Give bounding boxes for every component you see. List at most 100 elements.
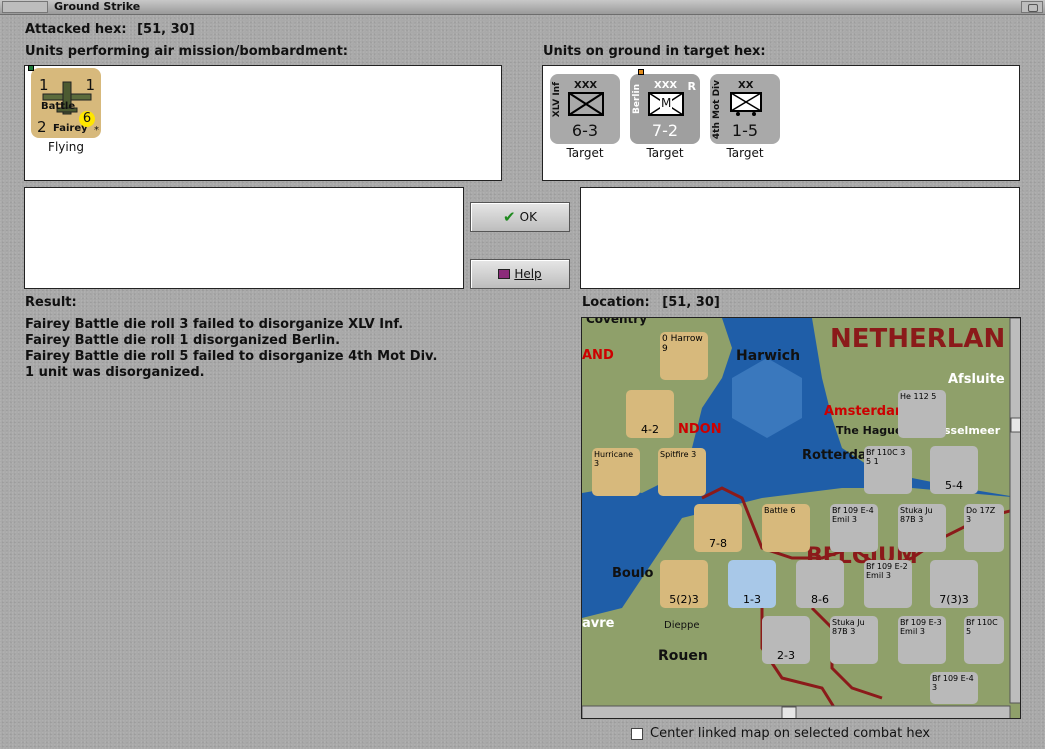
map-counter[interactable]: Stuka Ju 87B 3 [898,504,946,552]
air-units-panel: 1 1 Battle 2 Fairey 6 * Flying [24,65,502,181]
help-button-label: Help [514,267,542,281]
ground-units-label: Units on ground in target hex: [543,44,766,59]
disorganized-marker-icon [638,69,644,75]
map-counter-text: 5(2)3 [669,593,699,606]
map-label-amsterdam: Amsterdam [824,404,909,419]
map-counter[interactable]: Bf 109 E-2 Emil 3 [864,560,912,608]
map-label-coventry: Coventry [586,317,648,326]
map-counter[interactable]: 7(3)3 [930,560,978,608]
air-stat-circle: 6 [79,111,95,127]
map-counter-text: Stuka Ju 87B 3 [832,618,865,636]
help-button[interactable]: Help [470,259,570,289]
ground-unit-size: XX [738,80,754,91]
map-counter-text: Battle 6 [764,506,796,515]
map-counter[interactable]: Battle 6 [762,504,810,552]
map-counter[interactable]: 2-3 [762,616,810,664]
map-counter-text: 8-6 [811,593,829,606]
location-value: [51, 30] [662,295,720,310]
center-map-checkbox[interactable] [631,728,643,740]
motorized-symbol-icon [730,92,762,116]
map-counter-text: Spitfire 3 [660,450,697,459]
map-counter-text: Bf 110C 3 5 1 [866,448,906,466]
map-counter[interactable]: Hurricane 3 [592,448,640,496]
map-counter[interactable]: He 112 5 [898,390,946,438]
result-line: Fairey Battle die roll 5 failed to disor… [25,349,438,364]
map-counter-text: Bf 109 E-4 3 [932,674,974,692]
map-counter[interactable]: Bf 109 E-4 Emil 3 [830,504,878,552]
result-text: Fairey Battle die roll 3 failed to disor… [25,317,437,381]
map-counter[interactable]: Bf 109 E-3 Emil 3 [898,616,946,664]
ground-unit-size: XXX [654,80,678,91]
ground-unit-berlin[interactable]: Berlin XXX R M 7-2 Target [629,69,701,160]
map-counter[interactable]: 0 Harrow 9 [660,332,708,380]
flag-marker-icon [28,65,34,71]
air-units-label: Units performing air mission/bombardment… [25,44,349,59]
map-counter[interactable]: 8-6 [796,560,844,608]
result-line: Fairey Battle die roll 1 disorganized Be… [25,333,341,348]
map-label-rouen: Rouen [658,648,708,664]
map-label-havre: avre [582,616,615,631]
map-counter-text: 0 Harrow 9 [662,334,703,354]
attacked-hex-value: [51, 30] [137,22,195,37]
center-map-label: Center linked map on selected combat hex [650,726,931,741]
map-counter[interactable]: Stuka Ju 87B 3 [830,616,878,664]
berlin-counter[interactable]: Berlin XXX R M 7-2 [630,69,700,144]
map-counter-text: Bf 109 E-3 Emil 3 [900,618,942,636]
map-counter[interactable]: 1-3 [728,560,776,608]
map-counter[interactable]: 4-2 [626,390,674,438]
map-counter-text: 4-2 [641,423,659,436]
map-counter[interactable]: Bf 110C 3 5 1 [864,446,912,494]
air-unit-name-top: Battle [41,101,76,112]
map-label-harwich: Harwich [736,348,801,364]
ground-unit-side: Berlin [632,84,642,114]
xlv-inf-counter[interactable]: XLV Inf XXX 6-3 [550,74,620,144]
map-label-afsluit: Afsluite [948,372,1005,387]
map-counter[interactable]: Bf 110C 5 [964,616,1004,664]
location-label: Location: [51, 30] [582,295,720,310]
ground-unit-details-panel [580,187,1020,289]
air-stat-bl: 2 [37,118,47,136]
map-counter[interactable]: Bf 109 E-4 3 [930,672,978,704]
map-counter[interactable]: Spitfire 3 [658,448,706,496]
map-label-dieppe: Dieppe [664,620,700,631]
ground-unit-xlv-inf[interactable]: XLV Inf XXX 6-3 Target [549,74,621,160]
ground-unit-strength: 6-3 [571,121,599,140]
map-counter[interactable]: 7-8 [694,504,742,552]
map-label-land: AND [582,348,614,363]
map-label-ijsselmeer: sselmeer [944,424,1001,437]
result-label: Result: [25,295,77,310]
air-stat-star: * [94,125,99,136]
map-counter[interactable]: 5(2)3 [660,560,708,608]
map-counter[interactable]: Do 17Z 3 [964,504,1004,552]
map-label-london: NDON [678,422,722,437]
ground-unit-status: Target [566,146,604,160]
map-counter-text: Bf 109 E-4 Emil 3 [832,506,874,524]
ground-units-panel: XLV Inf XXX 6-3 Target Berlin XXX R M 7-… [542,65,1020,181]
attacked-hex-label: Attacked hex: [51, 30] [25,22,195,37]
restore-button[interactable] [1021,1,1043,13]
4th-mot-div-counter[interactable]: 4th Mot Div XX 1-5 [710,74,780,144]
ground-unit-strength: 7-2 [651,121,679,140]
ok-button[interactable]: ✔ OK [470,202,570,232]
ground-unit-4th-mot-div[interactable]: 4th Mot Div XX 1-5 Target [709,74,781,160]
system-menu-button[interactable] [2,1,48,13]
air-unit-details-panel [24,187,464,289]
ground-unit-marker: M [661,96,672,110]
map-counter-text: Stuka Ju 87B 3 [900,506,933,524]
map-counter-text: Hurricane 3 [594,450,634,468]
result-line: Fairey Battle die roll 3 failed to disor… [25,317,404,332]
ground-unit-size: XXX [574,80,598,91]
fairey-battle-counter[interactable]: 1 1 Battle 2 Fairey 6 * [28,65,101,138]
map-counter-text: He 112 5 [900,392,937,401]
location-caption: Location: [582,295,650,310]
attacked-hex-caption: Attacked hex: [25,22,127,37]
ground-unit-status: Target [646,146,684,160]
ground-unit-side: XLV Inf [552,82,562,118]
ok-button-label: OK [519,210,537,224]
ground-unit-corner: R [687,80,696,93]
location-map[interactable]: NETHERLAN Harwich Amsterdam The Hague Ro… [581,317,1021,719]
window-title: Ground Strike [54,0,141,13]
air-unit-fairey-battle[interactable]: 1 1 Battle 2 Fairey 6 * Flying [28,65,103,154]
map-counter[interactable]: 5-4 [930,446,978,494]
map-label-netherlands: NETHERLAN [830,324,1006,354]
